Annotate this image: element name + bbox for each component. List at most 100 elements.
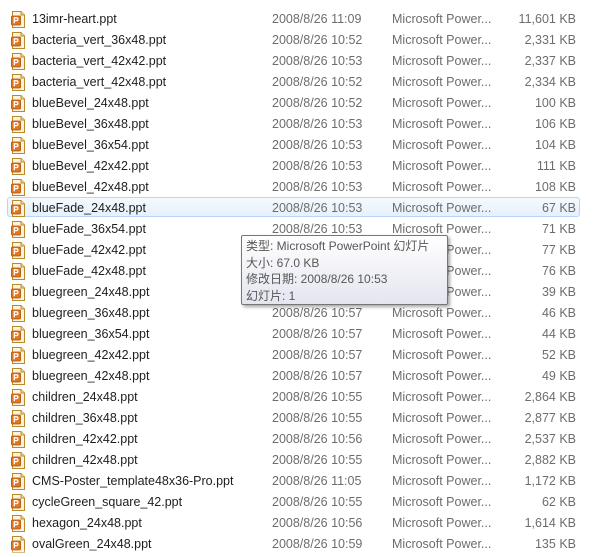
- file-row[interactable]: 13imr-heart.ppt 2008/8/26 11:09 Microsoft …: [7, 8, 580, 28]
- file-type: Microsoft Power...: [392, 432, 492, 446]
- file-row[interactable]: children_24x48.ppt 2008/8/26 10:55 Microso…: [7, 386, 580, 406]
- file-name: blueFade_36x54.ppt: [32, 222, 146, 236]
- powerpoint-file-icon: [11, 305, 26, 322]
- file-date-modified: 2008/8/26 10:55: [272, 390, 363, 404]
- file-row[interactable]: blueBevel_24x48.ppt 2008/8/26 10:52 Micros…: [7, 92, 580, 112]
- file-size: 44 KB: [541, 327, 576, 341]
- file-name: blueBevel_36x48.ppt: [32, 117, 149, 131]
- file-row[interactable]: blueFade_24x48.ppt 2008/8/26 10:53 Microso…: [7, 197, 580, 217]
- file-size: 2,882 KB: [524, 453, 576, 467]
- powerpoint-file-icon: [11, 242, 26, 259]
- file-type: Microsoft Power...: [392, 54, 492, 68]
- file-size: 108 KB: [534, 180, 576, 194]
- file-name: blueBevel_42x48.ppt: [32, 180, 149, 194]
- powerpoint-file-icon: [11, 221, 26, 238]
- file-row[interactable]: blueBevel_42x42.ppt 2008/8/26 10:53 Micros…: [7, 155, 580, 175]
- file-row[interactable]: bacteria_vert_42x42.ppt 2008/8/26 10:53 Mi…: [7, 50, 580, 70]
- file-type: Microsoft Power...: [392, 516, 492, 530]
- file-date-modified: 2008/8/26 10:56: [272, 432, 363, 446]
- file-size: 62 KB: [541, 495, 576, 509]
- file-name: bacteria_vert_42x48.ppt: [32, 75, 167, 89]
- file-name: bacteria_vert_36x48.ppt: [32, 33, 167, 47]
- file-size: 71 KB: [541, 222, 576, 236]
- file-type: Microsoft Power...: [392, 138, 492, 152]
- file-size: 111 KB: [536, 159, 576, 173]
- file-row[interactable]: children_42x42.ppt 2008/8/26 10:56 Microso…: [7, 428, 580, 448]
- file-size: 2,334 KB: [524, 75, 576, 89]
- powerpoint-file-icon: [11, 473, 26, 490]
- tooltip-size: 大小: 67.0 KB: [246, 255, 320, 270]
- file-size: 2,864 KB: [524, 390, 576, 404]
- powerpoint-file-icon: [11, 389, 26, 406]
- file-row[interactable]: blueBevel_42x48.ppt 2008/8/26 10:53 Micros…: [7, 176, 580, 196]
- file-type: Microsoft Power...: [392, 369, 492, 383]
- file-row[interactable]: bluegreen_36x54.ppt 2008/8/26 10:57 Micros…: [7, 323, 580, 343]
- file-row[interactable]: bacteria_vert_42x48.ppt 2008/8/26 10:52 Mi…: [7, 71, 580, 91]
- file-row[interactable]: bluegreen_42x42.ppt 2008/8/26 10:57 Micros…: [7, 344, 580, 364]
- file-size: 76 KB: [541, 264, 576, 278]
- file-row[interactable]: blueBevel_36x54.ppt 2008/8/26 10:53 Micros…: [7, 134, 580, 154]
- powerpoint-file-icon: [11, 200, 26, 217]
- powerpoint-file-icon: [11, 11, 26, 28]
- powerpoint-file-icon: [11, 368, 26, 385]
- powerpoint-file-icon: [11, 74, 26, 91]
- file-name: bluegreen_42x42.ppt: [32, 348, 150, 362]
- file-size: 1,614 KB: [524, 516, 576, 530]
- powerpoint-file-icon: [11, 116, 26, 133]
- powerpoint-file-icon: [11, 431, 26, 448]
- powerpoint-file-icon: [11, 347, 26, 364]
- file-type: Microsoft Power...: [392, 201, 492, 215]
- file-name: blueBevel_36x54.ppt: [32, 138, 149, 152]
- file-type: Microsoft Power...: [392, 411, 492, 425]
- file-size: 46 KB: [541, 306, 576, 320]
- powerpoint-file-icon: [11, 263, 26, 280]
- file-row[interactable]: bluegreen_42x48.ppt 2008/8/26 10:57 Micros…: [7, 365, 580, 385]
- file-size: 2,331 KB: [524, 33, 576, 47]
- file-date-modified: 2008/8/26 10:53: [272, 54, 363, 68]
- file-name: bluegreen_42x48.ppt: [32, 369, 150, 383]
- file-type: Microsoft Power...: [392, 348, 492, 362]
- file-row[interactable]: children_42x48.ppt 2008/8/26 10:55 Microso…: [7, 449, 580, 469]
- file-date-modified: 2008/8/26 10:53: [272, 159, 363, 173]
- list-bottom-fade: [0, 549, 600, 557]
- file-size: 2,877 KB: [524, 411, 576, 425]
- file-name: bluegreen_24x48.ppt: [32, 285, 150, 299]
- file-size: 100 KB: [534, 96, 576, 110]
- file-type: Microsoft Power...: [392, 453, 492, 467]
- file-name: blueBevel_24x48.ppt: [32, 96, 149, 110]
- file-type: Microsoft Power...: [392, 12, 492, 26]
- file-size: 104 KB: [534, 138, 576, 152]
- file-date-modified: 2008/8/26 10:53: [272, 117, 363, 131]
- file-date-modified: 2008/8/26 10:53: [272, 138, 363, 152]
- file-type: Microsoft Power...: [392, 96, 492, 110]
- file-name: bluegreen_36x54.ppt: [32, 327, 150, 341]
- file-row[interactable]: bacteria_vert_36x48.ppt 2008/8/26 10:52 Mi…: [7, 29, 580, 49]
- file-date-modified: 2008/8/26 10:55: [272, 453, 363, 467]
- file-type: Microsoft Power...: [392, 327, 492, 341]
- file-date-modified: 2008/8/26 10:53: [272, 180, 363, 194]
- file-row[interactable]: bluegreen_36x48.ppt 2008/8/26 10:57 Micros…: [7, 302, 580, 322]
- file-type: Microsoft Power...: [392, 180, 492, 194]
- file-name: children_24x48.ppt: [32, 390, 138, 404]
- powerpoint-file-icon: [11, 515, 26, 532]
- file-type: Microsoft Power...: [392, 474, 492, 488]
- file-date-modified: 2008/8/26 11:09: [272, 12, 362, 26]
- file-type: Microsoft Power...: [392, 495, 492, 509]
- file-name: CMS-Poster_template48x36-Pro.ppt: [32, 474, 234, 488]
- file-size: 2,337 KB: [524, 54, 576, 68]
- file-type: Microsoft Power...: [392, 159, 492, 173]
- file-name: 13imr-heart.ppt: [32, 12, 117, 26]
- file-row[interactable]: hexagon_24x48.ppt 2008/8/26 10:56 Microsof…: [7, 512, 580, 532]
- file-name: bacteria_vert_42x42.ppt: [32, 54, 167, 68]
- file-row[interactable]: CMS-Poster_template48x36-Pro.ppt 2008/8/2…: [7, 470, 580, 490]
- file-row[interactable]: children_36x48.ppt 2008/8/26 10:55 Microso…: [7, 407, 580, 427]
- tooltip-slides: 幻灯片: 1: [246, 288, 296, 303]
- file-name: children_36x48.ppt: [32, 411, 138, 425]
- file-name: blueFade_42x42.ppt: [32, 243, 146, 257]
- file-name: blueFade_42x48.ppt: [32, 264, 146, 278]
- file-row[interactable]: cycleGreen_square_42.ppt 2008/8/26 10:55 M…: [7, 491, 580, 511]
- powerpoint-file-icon: [11, 53, 26, 70]
- file-row[interactable]: blueBevel_36x48.ppt 2008/8/26 10:53 Micros…: [7, 113, 580, 133]
- file-name: bluegreen_36x48.ppt: [32, 306, 150, 320]
- file-name: cycleGreen_square_42.ppt: [32, 495, 183, 509]
